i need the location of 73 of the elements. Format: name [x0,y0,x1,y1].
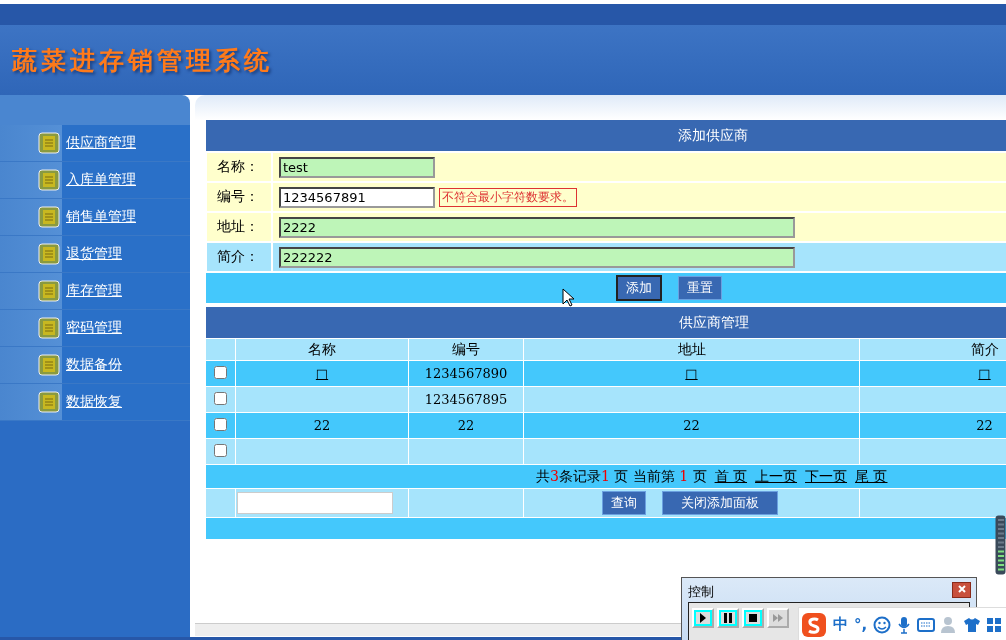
field-label: 编号： [206,182,272,212]
table-cell: □ [315,366,329,381]
play-button[interactable] [692,608,714,628]
input-field[interactable]: 222222 [279,246,795,268]
document-icon [38,206,60,228]
row-checkbox[interactable] [214,365,227,379]
input-field[interactable]: 1234567891 [279,186,435,208]
close-panel-button[interactable]: 关闭添加面板 [662,491,778,515]
forward-icon [771,611,785,625]
field-label: 名称： [206,152,272,182]
field-label: 地址： [206,212,272,242]
input-field[interactable]: 2222 [279,216,795,238]
table-cell: 22 [457,418,475,433]
sidebar-link[interactable]: 入库单管理 [66,171,136,189]
error-message: 不符合最小字符数要求。 [439,187,577,207]
sidebar-link[interactable]: 数据备份 [66,356,122,374]
level-meter-drawing [995,515,1006,575]
sidebar-link[interactable]: 销售单管理 [66,208,136,226]
smiley-icon[interactable] [873,615,892,634]
form-button[interactable]: 添加 [615,275,662,301]
column-header: 简介 [859,338,1006,361]
page-info: 共3条记录1 页 当前第 1 页 [536,467,707,484]
window-title: 控制 [688,583,714,601]
row-checkbox[interactable] [214,443,227,457]
table-title-bar: 供应商管理 [205,307,1006,339]
language-mode-toggle[interactable]: 中 [833,615,848,634]
sidebar-link[interactable]: 供应商管理 [66,134,136,152]
input-method-logo-icon[interactable] [801,611,827,638]
pager-link[interactable]: 上一页 [755,467,798,484]
form-title-bar: 添加供应商 [206,120,1006,152]
punctuation-toggle[interactable]: °, [854,615,868,634]
column-header: 名称 [235,338,409,361]
document-icon [38,243,60,265]
column-header: 地址 [523,338,860,361]
table-cell: 22 [313,418,331,433]
stop-icon [746,611,760,625]
close-icon [957,585,966,593]
form-button[interactable]: 重置 [677,276,722,300]
stop-button[interactable] [742,608,764,628]
table-cell: 1234567895 [424,392,508,407]
document-icon [38,280,60,302]
document-icon [38,391,60,413]
document-icon [38,354,60,376]
column-header: 编号 [408,338,524,361]
search-field[interactable] [237,492,393,514]
document-icon [38,169,60,191]
app-title: 蔬菜进存销管理系统 [12,44,273,77]
pager-link[interactable]: 首 页 [714,467,748,484]
search-button[interactable]: 查询 [602,491,646,515]
field-label: 简介： [206,242,272,272]
sidebar-link[interactable]: 密码管理 [66,319,122,337]
table-cell: 1234567890 [424,366,508,381]
sidebar-link[interactable]: 数据恢复 [66,393,122,411]
document-icon [38,132,60,154]
sidebar-link[interactable]: 库存管理 [66,282,122,300]
pager-link[interactable]: 尾 页 [855,467,888,484]
table-cell: 22 [976,418,993,433]
grid-icon[interactable] [987,617,1002,632]
row-checkbox[interactable] [214,417,227,431]
microphone-icon[interactable] [897,615,912,634]
keyboard-icon[interactable] [917,617,936,632]
pause-icon [721,611,735,625]
table-cell: 22 [683,418,700,433]
pause-button[interactable] [717,608,739,628]
input-field[interactable]: test [279,156,435,178]
shirt-icon[interactable] [963,616,982,633]
pager-link[interactable]: 下一页 [805,467,848,484]
close-button[interactable] [952,582,971,598]
table-cell: □ [978,366,991,381]
document-icon [38,317,60,339]
row-checkbox[interactable] [214,391,227,405]
sidebar-link[interactable]: 退货管理 [66,245,122,263]
table-cell: □ [685,366,698,381]
